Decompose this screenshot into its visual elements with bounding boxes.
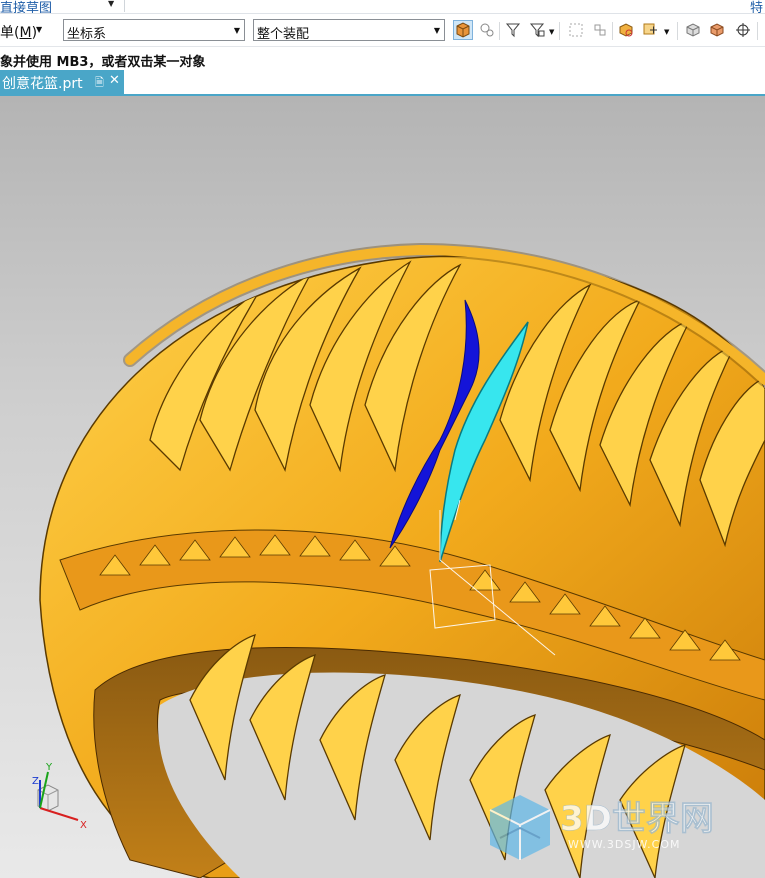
chevron-down-icon[interactable]: ▼ bbox=[549, 28, 554, 36]
chevron-down-icon[interactable]: ▼ bbox=[664, 28, 669, 36]
select-part-icon[interactable] bbox=[453, 20, 473, 40]
divider bbox=[677, 22, 678, 40]
type-filter-dropdown[interactable]: 坐标系 ▼ bbox=[63, 19, 245, 42]
filter-funnel-icon[interactable] bbox=[503, 20, 523, 40]
chevron-down-icon[interactable]: ▼ bbox=[36, 25, 42, 34]
divider bbox=[124, 0, 125, 12]
divider bbox=[559, 22, 560, 40]
triad-x-label: X bbox=[80, 820, 87, 831]
graphics-viewport[interactable]: X Y Z 3D世界网 WWW.3DSJW.COM bbox=[0, 96, 765, 878]
component-icon[interactable] bbox=[590, 20, 610, 40]
assembly-icon[interactable] bbox=[616, 20, 636, 40]
menu-feature[interactable]: 特 bbox=[750, 0, 763, 13]
selection-toolbar: 单(M) ▼ 坐标系 ▼ 整个装配 ▼ ▼ ▼ bbox=[0, 14, 765, 47]
chevron-down-icon[interactable]: ▼ bbox=[434, 26, 440, 35]
scope-dropdown[interactable]: 整个装配 ▼ bbox=[253, 19, 445, 42]
watermark-brand: 3D世界网 bbox=[560, 799, 714, 839]
deselect-icon[interactable] bbox=[566, 20, 586, 40]
type-filter-value: 坐标系 bbox=[67, 27, 107, 42]
scope-value: 整个装配 bbox=[257, 27, 310, 42]
chevron-down-icon[interactable]: ▼ bbox=[108, 0, 114, 8]
plane-icon[interactable] bbox=[640, 20, 660, 40]
menu-direct-sketch[interactable]: 直接草图 bbox=[0, 0, 52, 13]
triad-y-label: Y bbox=[45, 762, 53, 773]
divider bbox=[499, 22, 500, 40]
cube-icon[interactable] bbox=[683, 20, 703, 40]
menu-button[interactable]: 单(M) bbox=[0, 22, 37, 42]
tab-document[interactable]: 创意花篮.prt 🗎 ✕ bbox=[0, 70, 124, 94]
cue-line: 象并使用 MB3，或者双击某一对象 bbox=[0, 47, 765, 70]
view-triad bbox=[37, 771, 79, 821]
document-tab-bar: 创意花篮.prt 🗎 ✕ bbox=[0, 69, 765, 96]
model-render[interactable]: X Y Z 3D世界网 WWW.3DSJW.COM bbox=[0, 96, 765, 878]
chevron-down-icon[interactable]: ▼ bbox=[234, 26, 240, 35]
divider bbox=[612, 22, 613, 40]
tab-title: 创意花篮.prt bbox=[2, 76, 83, 92]
watermark-url: WWW.3DSJW.COM bbox=[568, 838, 681, 851]
triad-z-label: Z bbox=[32, 776, 39, 787]
flower-basket-model[interactable] bbox=[39, 242, 765, 878]
menubar: 直接草图 ▼ 特 bbox=[0, 0, 765, 14]
close-icon[interactable]: ✕ bbox=[109, 73, 120, 88]
divider bbox=[757, 22, 758, 40]
cue-text: 象并使用 MB3，或者双击某一对象 bbox=[0, 55, 206, 70]
orange-cube-icon[interactable] bbox=[707, 20, 727, 40]
document-icon[interactable]: 🗎 bbox=[95, 74, 104, 93]
snap-icon[interactable] bbox=[477, 20, 497, 40]
filter-menu-icon[interactable] bbox=[527, 20, 547, 40]
crosshair-icon[interactable] bbox=[733, 20, 753, 40]
